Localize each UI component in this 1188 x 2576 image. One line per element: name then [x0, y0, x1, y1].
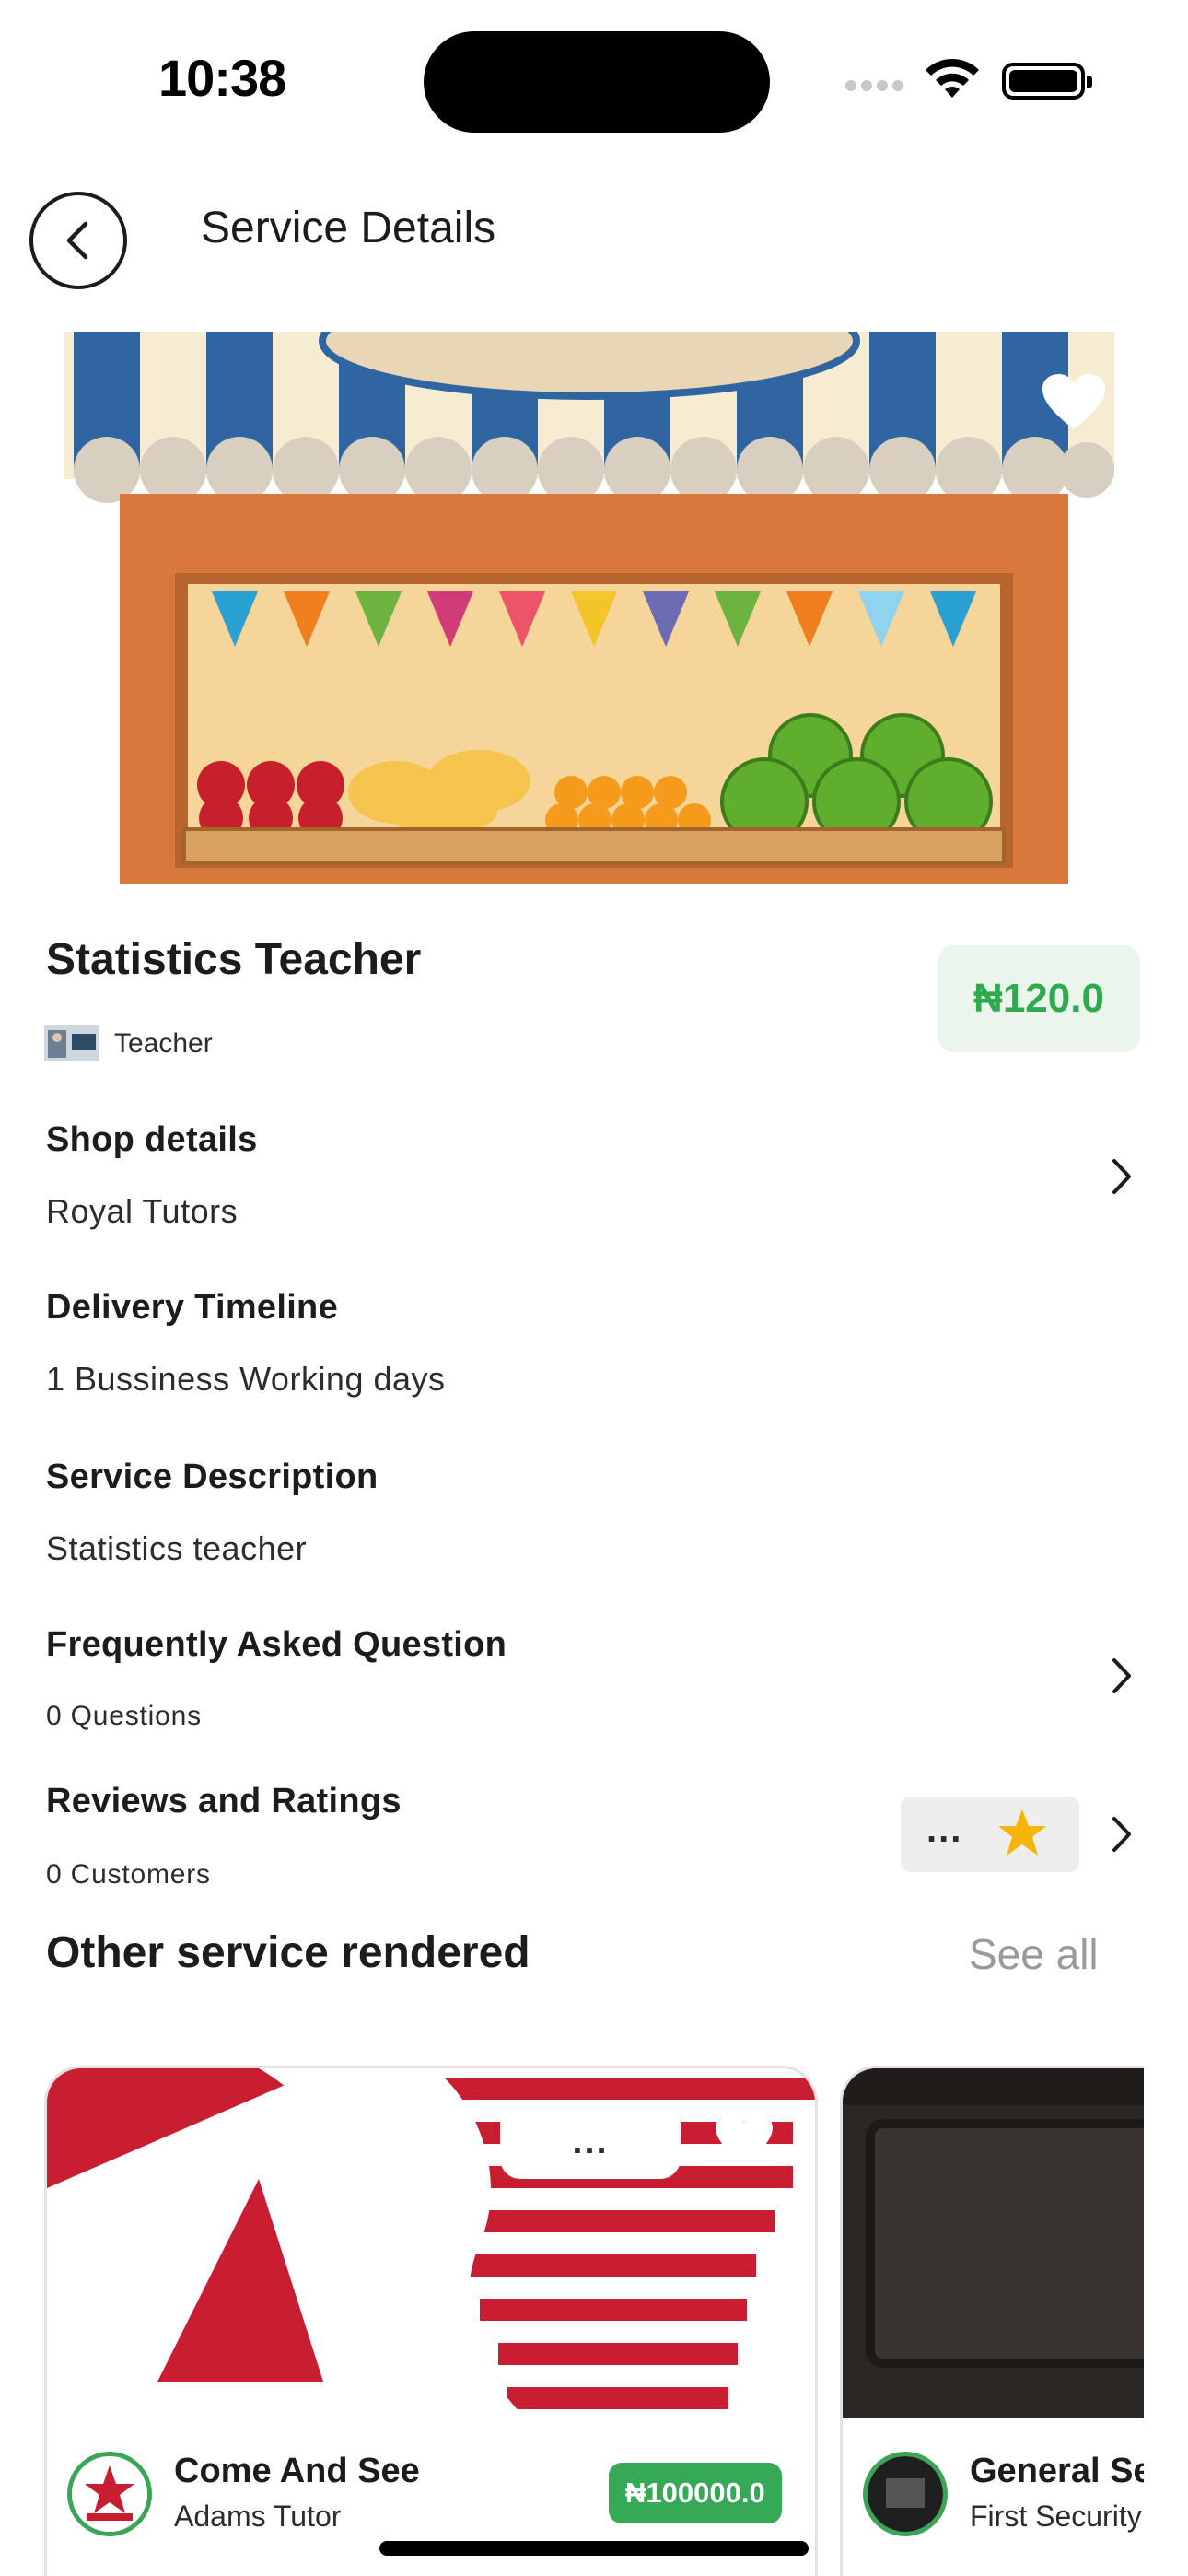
other-services-heading: Other service rendered: [46, 1928, 530, 1977]
service-card-shop: First Security: [970, 2500, 1142, 2533]
category-thumbnail: [44, 1025, 99, 1061]
service-card[interactable]: General Se First Security: [840, 2066, 1144, 2576]
delivery-timeline-heading: Delivery Timeline: [46, 1288, 339, 1327]
back-button[interactable]: [29, 192, 127, 289]
faq-chevron-icon[interactable]: [1105, 1653, 1138, 1699]
shop-details-heading: Shop details: [46, 1120, 258, 1159]
service-hero-image: [46, 332, 1133, 884]
service-card-shop: Adams Tutor: [174, 2500, 342, 2533]
service-card-image: [843, 2068, 1144, 2418]
see-all-link[interactable]: See all: [969, 1929, 1099, 1979]
service-card-price: ₦100000.0: [609, 2463, 782, 2523]
chevron-left-icon: [66, 221, 88, 260]
rating-value: ...: [926, 1809, 963, 1850]
status-time: 10:38: [158, 49, 286, 107]
favorite-heart-icon[interactable]: [1041, 372, 1107, 433]
faq-count: 0 Questions: [46, 1701, 202, 1731]
service-card-title: Come And See: [174, 2452, 420, 2490]
reviews-heading: Reviews and Ratings: [46, 1782, 402, 1821]
star-icon: [998, 1809, 1046, 1856]
faq-heading: Frequently Asked Question: [46, 1625, 507, 1664]
service-price-badge: ₦120.0: [938, 945, 1140, 1052]
cellular-signal-icon: [845, 79, 908, 96]
shop-name[interactable]: Royal Tutors: [46, 1192, 238, 1231]
battery-icon: [1002, 63, 1092, 100]
service-title: Statistics Teacher: [46, 935, 422, 984]
rating-badge: ...: [901, 1797, 1079, 1872]
reviews-chevron-icon[interactable]: [1105, 1811, 1138, 1857]
category-label: Teacher: [114, 1028, 213, 1059]
page-title: Service Details: [201, 204, 496, 252]
service-description-value: Statistics teacher: [46, 1529, 308, 1567]
wifi-icon: [926, 58, 979, 98]
dynamic-island: [424, 31, 770, 133]
delivery-timeline-value: 1 Bussiness Working days: [46, 1360, 446, 1398]
service-description-heading: Service Description: [46, 1458, 379, 1496]
service-card-image: [47, 2068, 815, 2418]
home-indicator: [379, 2541, 809, 2556]
service-card[interactable]: ... Come And See Adams Tutor ₦100000.0: [44, 2066, 818, 2576]
favorite-heart-icon[interactable]: [714, 2113, 775, 2168]
shop-details-chevron-icon[interactable]: [1105, 1153, 1138, 1200]
service-card-rating: ...: [500, 2103, 681, 2179]
shop-avatar: [67, 2452, 152, 2536]
reviews-count: 0 Customers: [46, 1859, 211, 1890]
shop-avatar: [863, 2452, 948, 2536]
service-card-title: General Se: [970, 2452, 1144, 2490]
status-bar: 10:38: [0, 0, 1188, 157]
